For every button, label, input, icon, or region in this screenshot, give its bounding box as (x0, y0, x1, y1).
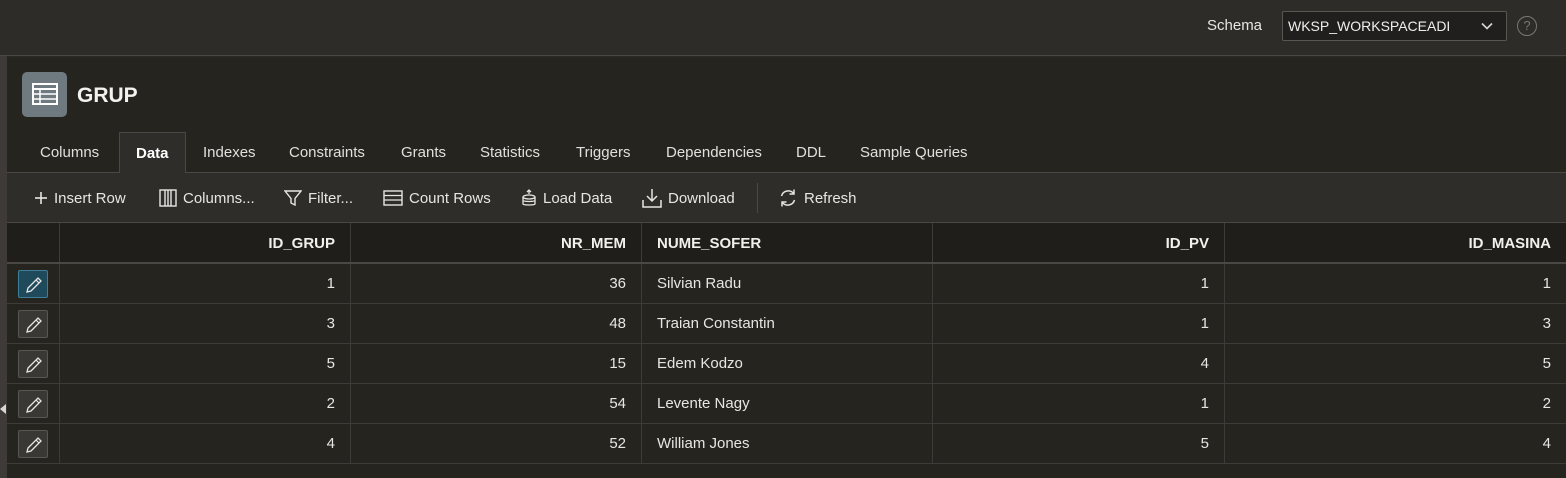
schema-select-value: WKSP_WORKSPACEADI (1288, 18, 1451, 34)
tab-constraints[interactable]: Constraints (273, 132, 381, 173)
schema-label: Schema (1207, 17, 1263, 34)
cell-nr-mem: 48 (351, 304, 642, 343)
cell-nr-mem: 15 (351, 344, 642, 383)
cell-nr-mem: 36 (351, 264, 642, 303)
tab-ddl[interactable]: DDL (780, 132, 842, 173)
download-icon (642, 189, 662, 208)
column-header-nr-mem[interactable]: NR_MEM (351, 223, 642, 262)
tab-triggers[interactable]: Triggers (560, 132, 646, 173)
cell-id-masina: 1 (1542, 275, 1551, 292)
data-grid: ID_GRUP NR_MEM NUME_SOFER ID_PV ID_MASIN… (7, 223, 1566, 464)
table-row: 3 48 Traian Constantin 1 3 (7, 304, 1566, 344)
load-data-button[interactable]: Load Data (521, 187, 612, 209)
tab-indexes[interactable]: Indexes (187, 132, 272, 173)
filter-icon (284, 190, 302, 207)
page-title: GRUP (77, 84, 138, 107)
filter-label: Filter... (308, 189, 354, 207)
tab-statistics[interactable]: Statistics (464, 132, 556, 173)
left-collapse-strip[interactable] (0, 56, 7, 478)
filter-button[interactable]: Filter... (284, 187, 353, 209)
table-icon (22, 72, 67, 117)
row-action-cell (7, 264, 60, 303)
cell-nume-sofer: William Jones (642, 424, 933, 463)
database-upload-icon (522, 189, 536, 206)
pencil-icon (26, 317, 42, 333)
load-data-label: Load Data (543, 189, 613, 207)
cell-id-pv: 1 (933, 384, 1225, 423)
cell-nr-mem: 52 (351, 424, 642, 463)
column-header-id-masina[interactable]: ID_MASINA (1225, 223, 1566, 262)
row-action-cell (7, 304, 60, 343)
cell-nume-sofer: Silvian Radu (642, 264, 933, 303)
cell-nume-sofer: Edem Kodzo (642, 344, 933, 383)
refresh-label: Refresh (804, 189, 857, 207)
edit-row-button[interactable] (18, 390, 48, 418)
tab-data[interactable]: Data (119, 132, 186, 174)
edit-row-button[interactable] (18, 350, 48, 378)
cell-id-masina: 5 (1542, 355, 1551, 372)
pencil-icon (26, 277, 42, 293)
tab-columns[interactable]: Columns (24, 132, 115, 173)
cell-id-masina: 4 (1542, 435, 1551, 452)
column-header-id-grup[interactable]: ID_GRUP (60, 223, 351, 262)
row-action-cell (7, 384, 60, 423)
cell-id-grup: 4 (60, 424, 351, 463)
pencil-icon (26, 397, 42, 413)
main-panel: GRUP Columns Data Indexes Constraints Gr… (7, 57, 1566, 478)
refresh-icon (780, 189, 796, 207)
columns-icon (159, 189, 177, 207)
data-toolbar: Insert Row Columns... Filter... Count Ro… (7, 173, 1566, 223)
table-row: 5 15 Edem Kodzo 4 5 (7, 344, 1566, 384)
grid-header-row: ID_GRUP NR_MEM NUME_SOFER ID_PV ID_MASIN… (7, 223, 1566, 264)
tab-dependencies[interactable]: Dependencies (650, 132, 778, 173)
column-header-id-pv[interactable]: ID_PV (933, 223, 1225, 262)
count-rows-button[interactable]: Count Rows (383, 187, 491, 209)
table-row: 4 52 William Jones 5 4 (7, 424, 1566, 464)
cell-nume-sofer: Levente Nagy (642, 384, 933, 423)
table-row: 2 54 Levente Nagy 1 2 (7, 384, 1566, 424)
tab-bar: Columns Data Indexes Constraints Grants … (7, 132, 1566, 174)
cell-nume-sofer: Traian Constantin (642, 304, 933, 343)
list-icon (383, 190, 403, 206)
cell-id-pv: 1 (933, 264, 1225, 303)
help-icon[interactable]: ? (1517, 16, 1537, 36)
column-header-nume-sofer[interactable]: NUME_SOFER (642, 223, 933, 262)
cell-id-grup: 2 (60, 384, 351, 423)
schema-select[interactable]: WKSP_WORKSPACEADI (1282, 11, 1507, 41)
table-row: 1 36 Silvian Radu 1 1 (7, 264, 1566, 304)
collapse-left-icon[interactable] (0, 404, 6, 414)
row-action-header (7, 223, 60, 262)
cell-id-masina: 2 (1542, 395, 1551, 412)
refresh-button[interactable]: Refresh (778, 187, 857, 209)
cell-id-pv: 4 (933, 344, 1225, 383)
edit-row-button[interactable] (18, 310, 48, 338)
insert-row-label: Insert Row (54, 189, 126, 207)
cell-id-grup: 5 (60, 344, 351, 383)
edit-row-button[interactable] (18, 430, 48, 458)
download-button[interactable]: Download (642, 187, 735, 209)
row-action-cell (7, 424, 60, 463)
row-action-cell (7, 344, 60, 383)
cell-nr-mem: 54 (351, 384, 642, 423)
cell-id-pv: 5 (933, 424, 1225, 463)
tab-grants[interactable]: Grants (385, 132, 462, 173)
edit-row-button[interactable] (18, 270, 48, 298)
cell-id-grup: 1 (60, 264, 351, 303)
download-label: Download (668, 189, 735, 207)
insert-row-button[interactable]: Insert Row (34, 187, 126, 209)
pencil-icon (26, 437, 42, 453)
plus-icon (35, 192, 47, 204)
count-rows-label: Count Rows (409, 189, 491, 207)
cell-id-pv: 1 (933, 304, 1225, 343)
columns-button[interactable]: Columns... (159, 187, 255, 209)
columns-label: Columns... (183, 189, 255, 207)
toolbar-divider (757, 183, 758, 213)
pencil-icon (26, 357, 42, 373)
cell-id-masina: 3 (1542, 315, 1551, 332)
tab-sample-queries[interactable]: Sample Queries (844, 132, 984, 173)
chevron-down-icon (1481, 22, 1493, 30)
cell-id-grup: 3 (60, 304, 351, 343)
top-bar: Schema WKSP_WORKSPACEADI ? (0, 0, 1566, 56)
